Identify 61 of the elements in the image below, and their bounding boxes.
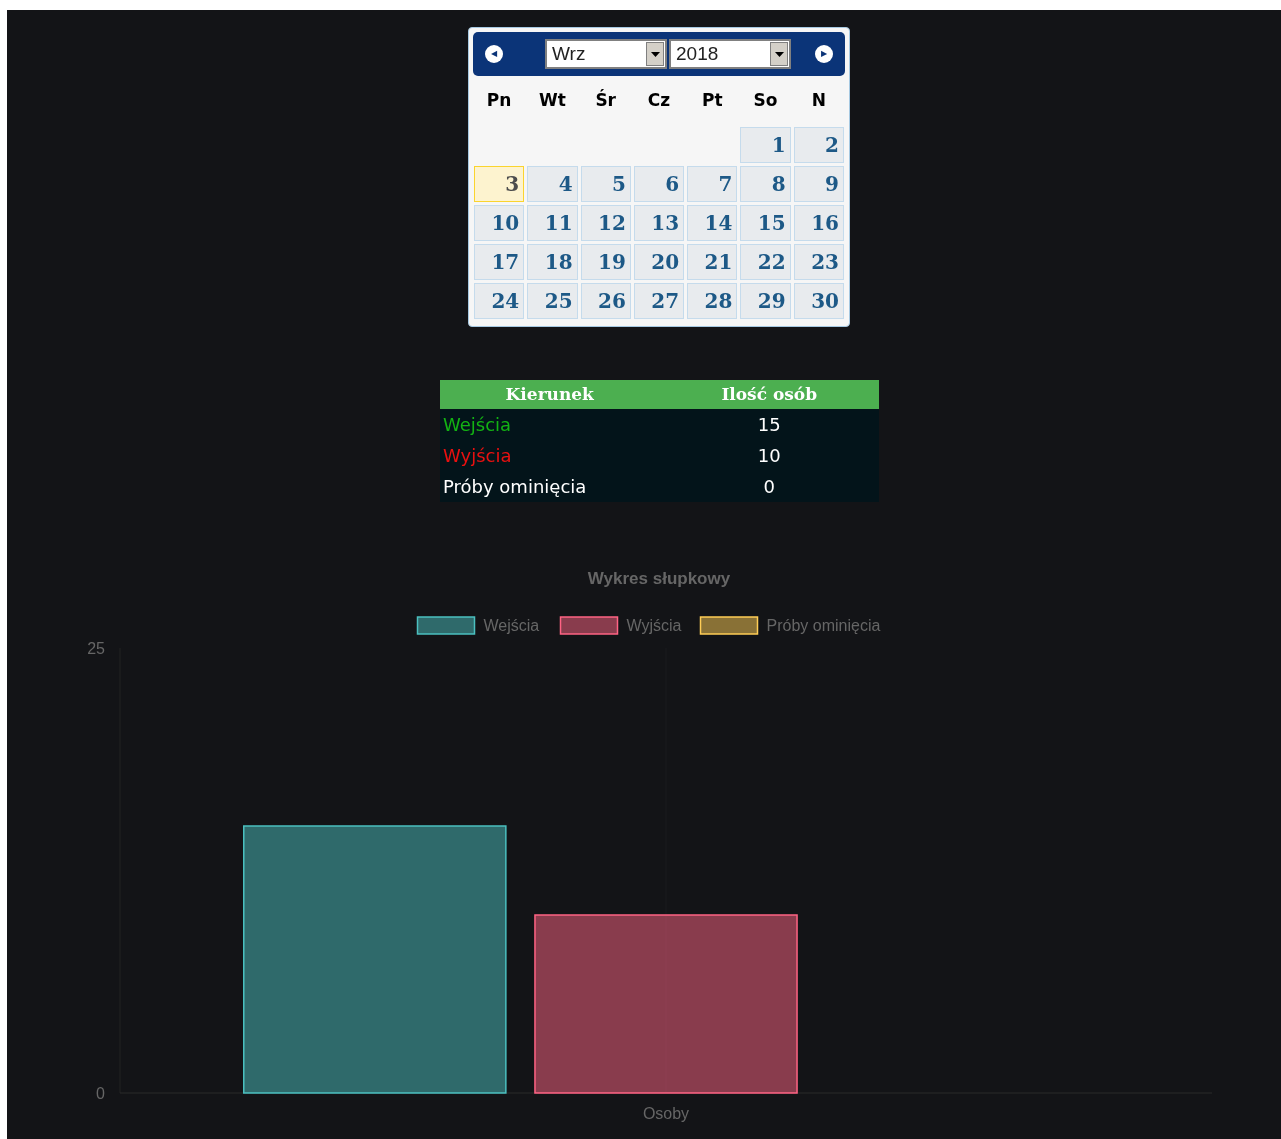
day-cell[interactable]: 28 [687,283,738,319]
day-cell[interactable]: 22 [740,244,791,280]
weekday-label: Pn [485,89,513,112]
table-cell-text: 15 [756,413,782,437]
legend-label: Wyjścia [626,617,682,634]
column-header: Kierunek [504,382,595,406]
day-cell[interactable]: 25 [527,283,578,319]
day-cell[interactable]: 8 [740,166,791,202]
dropdown-icon [770,42,788,66]
x-tick-label: Osoby [642,1105,690,1122]
day-cell[interactable]: 11 [527,205,578,241]
day-cell[interactable]: 30 [793,283,844,319]
year-select[interactable]: 2018 [669,39,791,69]
weekday-label: N [810,89,827,112]
weekday-label: Pt [701,89,724,112]
day-cell[interactable]: 17 [474,244,525,280]
day-cell[interactable]: 10 [474,205,525,241]
chart-title: Wykres słupkowy [587,569,731,588]
legend-item[interactable]: Wyjścia [559,616,682,635]
day-cell[interactable]: 23 [793,244,844,280]
day-cell[interactable]: 18 [527,244,578,280]
day-cell[interactable]: 27 [633,283,685,319]
day-cell[interactable]: 5 [580,166,631,202]
table-cell-text: 0 [762,475,776,499]
day-cell[interactable]: 20 [633,244,685,280]
day-cell[interactable]: 16 [793,205,844,241]
y-tick-label: 25 [87,640,105,657]
previous-month-button[interactable]: ◀ [485,45,503,63]
legend-label: Wejścia [483,617,540,634]
month-select[interactable]: Wrz [545,39,667,69]
day-cell[interactable]: 14 [687,205,738,241]
weekday-label: So [752,89,779,112]
table-cell-text: Wyjścia [442,444,513,468]
weekday-label: Wt [537,89,567,112]
day-cell[interactable]: 19 [580,244,631,280]
y-tick-label: 0 [96,1085,105,1102]
weekday-label: Cz [646,89,672,112]
day-cell[interactable]: 9 [793,166,844,202]
weekday-label: Śr [594,88,617,112]
day-cell[interactable]: 12 [580,205,631,241]
table-cell-text: 10 [756,444,782,468]
table-cell-text: Próby ominięcia [442,475,588,499]
day-cell[interactable]: 2 [793,127,844,163]
legend-label: Próby ominięcia [766,617,881,634]
day-cell[interactable]: 15 [740,205,791,241]
day-cell[interactable]: 3 [474,166,525,202]
column-header: Ilość osób [720,382,819,406]
legend-item[interactable]: Wejścia [416,616,540,635]
day-cell[interactable]: 4 [527,166,578,202]
next-month-button[interactable]: ▶ [815,45,833,63]
day-cell[interactable]: 24 [474,283,525,319]
dropdown-icon [646,42,664,66]
day-cell[interactable]: 29 [740,283,791,319]
table-cell-text: Wejścia [442,413,513,437]
day-cell[interactable]: 13 [633,205,685,241]
day-cell[interactable]: 7 [687,166,738,202]
day-cell[interactable]: 1 [740,127,791,163]
day-cell[interactable]: 6 [633,166,685,202]
day-cell[interactable]: 26 [580,283,631,319]
legend-item[interactable]: Próby ominięcia [699,616,881,635]
day-cell[interactable]: 21 [687,244,738,280]
